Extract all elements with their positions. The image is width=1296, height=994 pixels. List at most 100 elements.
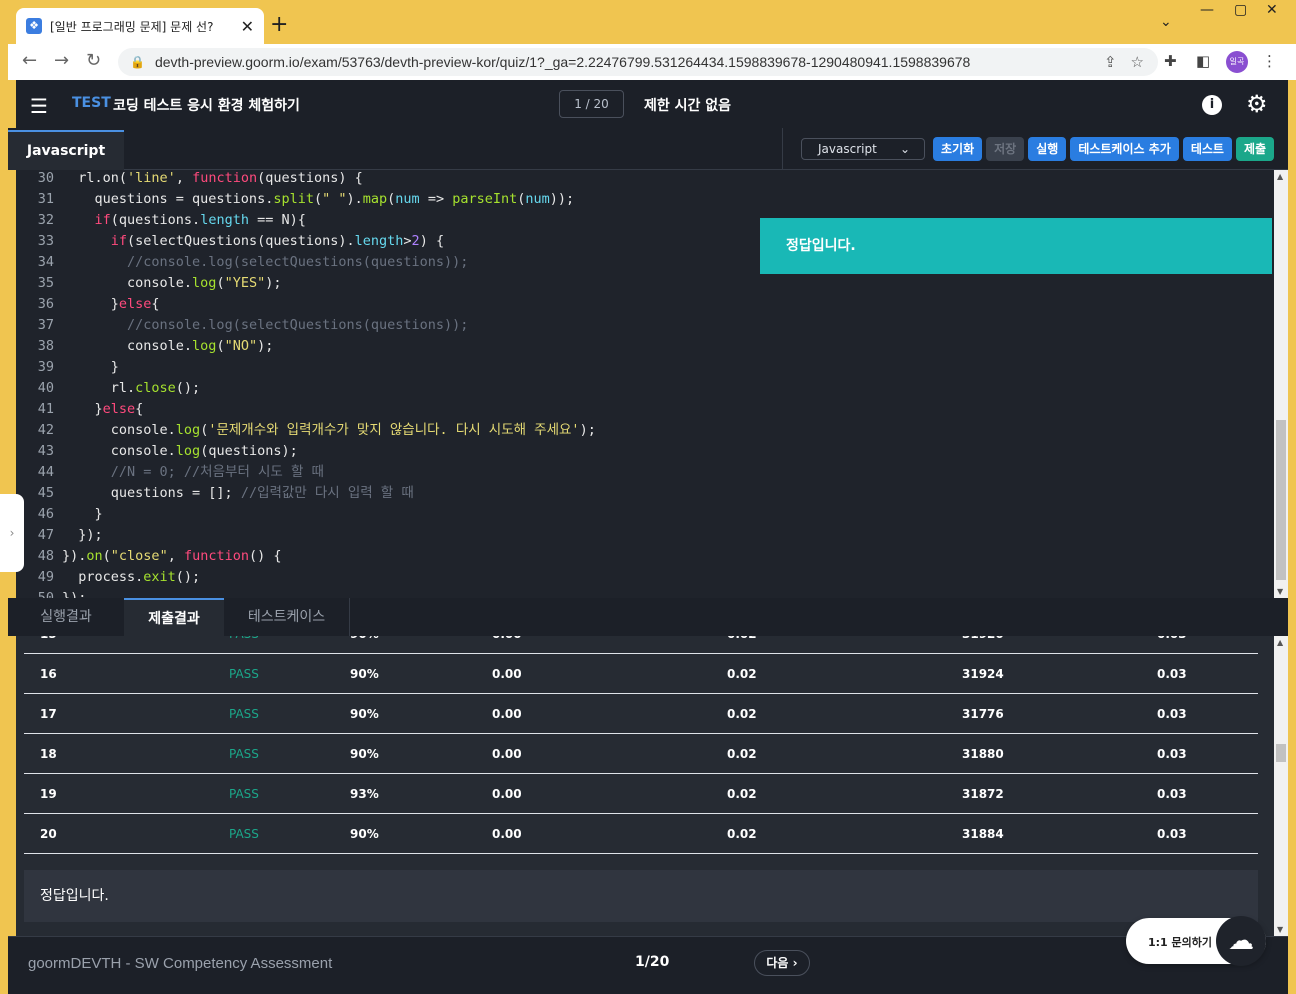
code-text[interactable]: rl.on('line', function(questions) { (62, 170, 363, 186)
code-text[interactable]: //console.log(selectQuestions(questions)… (62, 317, 468, 333)
code-line[interactable]: 42 console.log('문제개수와 입력개수가 맞지 않습니다. 다시 … (16, 420, 596, 441)
language-select-value: Javascript (818, 142, 877, 156)
code-line[interactable]: 33 if(selectQuestions(questions).length>… (16, 231, 596, 252)
code-text[interactable]: console.log("YES"); (62, 275, 281, 291)
cell-c4: 0.03 (1157, 707, 1187, 721)
code-text[interactable]: if(questions.length == N){ (62, 212, 306, 228)
code-line[interactable]: 39 } (16, 357, 596, 378)
gear-icon[interactable]: ⚙ (1246, 90, 1268, 118)
code-line[interactable]: 46 } (16, 504, 596, 525)
code-line[interactable]: 47 }); (16, 525, 596, 546)
code-text[interactable]: }).on("close", function() { (62, 548, 282, 564)
panel-toggle-chevron-icon[interactable]: › (0, 494, 24, 572)
code-line[interactable]: 31 questions = questions.split(" ").map(… (16, 189, 596, 210)
code-text[interactable]: }); (62, 590, 86, 598)
bookmark-star-icon[interactable]: ☆ (1131, 53, 1144, 71)
submit-button[interactable]: 제출 (1235, 137, 1275, 161)
code-line[interactable]: 49 process.exit(); (16, 567, 596, 588)
forward-icon[interactable]: → (54, 50, 69, 71)
browser-tab[interactable]: ❖ [일반 프로그래밍 문제] 문제 선? ✕ (16, 8, 264, 44)
code-line[interactable]: 50}); (16, 588, 596, 598)
add-testcase-button[interactable]: 테스트케이스 추가 (1070, 137, 1179, 161)
cell-c4: 0.03 (1157, 747, 1187, 761)
browser-menu-icon[interactable]: ⋮ (1262, 52, 1277, 70)
code-line[interactable]: 36 }else{ (16, 294, 596, 315)
code-text[interactable]: } (62, 359, 119, 375)
profile-avatar[interactable]: 일곡 (1226, 51, 1248, 73)
editor-scrollbar[interactable]: ▲ ▼ (1274, 170, 1288, 598)
reload-icon[interactable]: ↻ (86, 50, 101, 71)
code-line[interactable]: 38 console.log("NO"); (16, 336, 596, 357)
code-text[interactable]: }else{ (62, 296, 160, 312)
code-text[interactable]: //console.log(selectQuestions(questions)… (62, 254, 468, 270)
minimize-icon[interactable]: — (1200, 2, 1214, 18)
code-text[interactable]: //N = 0; //처음부터 시도 할 때 (62, 464, 324, 480)
results-scroll-down-icon[interactable]: ▼ (1277, 925, 1283, 934)
code-line[interactable]: 40 rl.close(); (16, 378, 596, 399)
cell-c3: 31920 (962, 636, 1004, 654)
info-icon[interactable]: i (1202, 95, 1222, 115)
code-line[interactable]: 45 questions = []; //입력값만 다시 입력 할 때 (16, 483, 596, 504)
window-close-icon[interactable]: ✕ (1266, 2, 1278, 18)
test-button[interactable]: 테스트 (1182, 137, 1232, 161)
code-text[interactable]: questions = []; //입력값만 다시 입력 할 때 (62, 485, 414, 501)
share-icon[interactable]: ⇪ (1104, 53, 1117, 71)
results-scrollbar-thumb[interactable] (1276, 744, 1286, 762)
code-lines[interactable]: 30 rl.on('line', function(questions) {31… (16, 170, 596, 598)
new-tab-icon[interactable]: + (270, 12, 288, 37)
code-line[interactable]: 34 //console.log(selectQuestions(questio… (16, 252, 596, 273)
time-limit: 제한 시간 없음 (644, 98, 732, 114)
close-tab-icon[interactable]: ✕ (241, 17, 254, 36)
code-text[interactable]: console.log(questions); (62, 443, 298, 459)
code-text[interactable]: console.log('문제개수와 입력개수가 맞지 않습니다. 다시 시도해… (62, 422, 596, 438)
code-line[interactable]: 41 }else{ (16, 399, 596, 420)
line-number: 33 (37, 233, 54, 249)
brand-label: TEST (72, 95, 111, 111)
tab-submit-result[interactable]: 제출결과 (124, 598, 224, 636)
code-text[interactable]: } (62, 506, 103, 522)
tab-javascript[interactable]: Javascript (8, 130, 124, 170)
language-select[interactable]: Javascript ⌄ (801, 138, 925, 160)
tab-strip: ❖ [일반 프로그래밍 문제] 문제 선? ✕ + ⌄ — ▢ ✕ (8, 0, 1296, 44)
code-line[interactable]: 44 //N = 0; //처음부터 시도 할 때 (16, 462, 596, 483)
cloud-chat-icon[interactable]: ☁ (1216, 916, 1266, 966)
code-text[interactable]: console.log("NO"); (62, 338, 273, 354)
code-line[interactable]: 35 console.log("YES"); (16, 273, 596, 294)
save-button[interactable]: 저장 (986, 137, 1025, 161)
results-scroll-up-icon[interactable]: ▲ (1277, 638, 1283, 647)
reset-button[interactable]: 초기화 (933, 137, 983, 161)
tab-search-chevron-icon[interactable]: ⌄ (1160, 14, 1172, 30)
next-button[interactable]: 다음 › (754, 950, 810, 976)
code-text[interactable]: rl.close(); (62, 380, 200, 396)
cell-c2: 0.02 (727, 787, 757, 801)
code-text[interactable]: }else{ (62, 401, 144, 417)
code-text[interactable]: if(selectQuestions(questions).length>2) … (62, 233, 444, 249)
cell-c3: 31880 (962, 747, 1004, 761)
code-line[interactable]: 37 //console.log(selectQuestions(questio… (16, 315, 596, 336)
results-scrollbar[interactable]: ▲ ▼ (1274, 636, 1288, 936)
code-line[interactable]: 32 if(questions.length == N){ (16, 210, 596, 231)
tab-testcases[interactable]: 테스트케이스 (224, 598, 350, 636)
editor-scrollbar-thumb[interactable] (1276, 420, 1286, 580)
code-text[interactable]: process.exit(); (62, 569, 200, 585)
url-text[interactable]: devth-preview.goorm.io/exam/53763/devth-… (155, 54, 1104, 70)
scroll-down-icon[interactable]: ▼ (1277, 587, 1283, 596)
back-icon[interactable]: ← (22, 50, 37, 71)
run-button[interactable]: 실행 (1028, 137, 1067, 161)
scroll-up-icon[interactable]: ▲ (1277, 172, 1283, 181)
hamburger-menu-icon[interactable]: ☰ (30, 94, 48, 118)
code-text[interactable]: }); (62, 527, 102, 543)
code-line[interactable]: 48}).on("close", function() { (16, 546, 596, 567)
cell-c1: 0.00 (492, 747, 522, 761)
question-counter[interactable]: 1 / 20 (559, 90, 624, 118)
code-line[interactable]: 30 rl.on('line', function(questions) { (16, 170, 596, 189)
maximize-icon[interactable]: ▢ (1234, 2, 1247, 18)
code-text[interactable]: questions = questions.split(" ").map(num… (62, 191, 575, 207)
tab-run-result[interactable]: 실행결과 (8, 598, 124, 636)
extensions-puzzle-icon[interactable]: ✚ (1164, 52, 1177, 70)
side-panel-icon[interactable]: ◧ (1196, 52, 1210, 70)
cell-c1: 0.00 (492, 787, 522, 801)
code-line[interactable]: 43 console.log(questions); (16, 441, 596, 462)
address-bar[interactable]: 🔒 devth-preview.goorm.io/exam/53763/devt… (118, 48, 1158, 76)
line-number: 30 (37, 170, 54, 186)
